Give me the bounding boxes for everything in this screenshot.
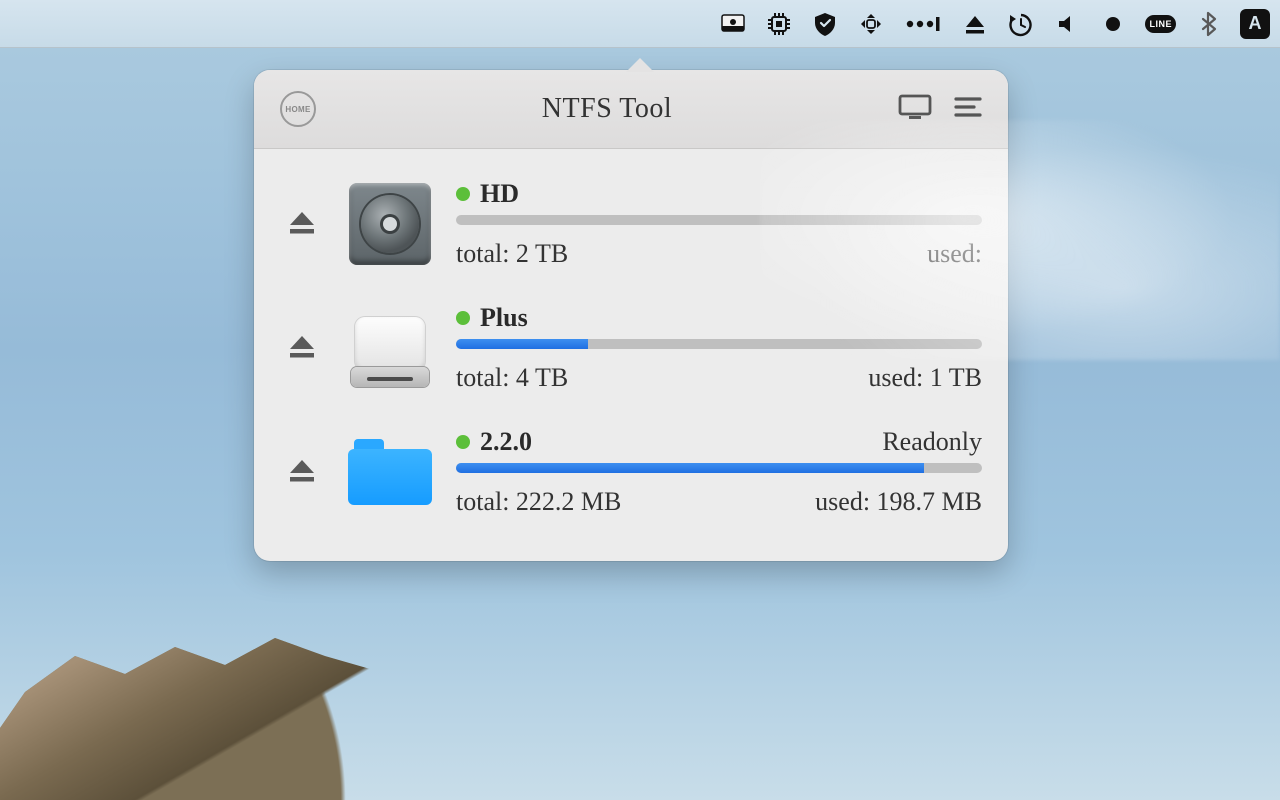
- popover-header: HOME NTFS Tool: [254, 70, 1008, 149]
- letter-a-icon[interactable]: A: [1240, 9, 1270, 39]
- chip-icon[interactable]: [765, 10, 793, 38]
- drive-name: 2.2.0: [480, 427, 532, 457]
- total-label: total: 222.2 MB: [456, 487, 621, 517]
- home-button[interactable]: HOME: [280, 91, 316, 127]
- used-label: used:: [927, 239, 982, 269]
- drive-icon[interactable]: [719, 10, 747, 38]
- total-label: total: 4 TB: [456, 363, 568, 393]
- usage-bar: [456, 339, 588, 349]
- external-drive-icon: [344, 303, 436, 393]
- drive-name: Plus: [480, 303, 528, 333]
- password-icon[interactable]: [903, 10, 943, 38]
- eject-icon[interactable]: [961, 10, 989, 38]
- usage-bar: [456, 463, 924, 473]
- eject-button[interactable]: [287, 208, 317, 241]
- app-title: NTFS Tool: [316, 93, 898, 125]
- folder-icon: [344, 427, 436, 517]
- line-badge-label: LINE: [1145, 15, 1176, 33]
- status-dot-icon: [456, 311, 470, 325]
- system-menubar: LINE A: [0, 0, 1280, 48]
- menu-icon[interactable]: [954, 95, 982, 124]
- status-dot-icon: [456, 187, 470, 201]
- drive-row[interactable]: Plus total: 4 TB used: 1 TB: [280, 285, 982, 409]
- bluetooth-icon[interactable]: [1194, 10, 1222, 38]
- drive-name: HD: [480, 179, 519, 209]
- used-label: used: 1 TB: [868, 363, 982, 393]
- readonly-label: Readonly: [882, 427, 982, 457]
- wallpaper-mountains: [0, 620, 500, 800]
- drive-row[interactable]: HD total: 2 TB used:: [280, 161, 982, 285]
- used-label: used: 198.7 MB: [815, 487, 982, 517]
- ntfs-tool-popover: HOME NTFS Tool: [254, 70, 1008, 561]
- eject-button[interactable]: [287, 456, 317, 489]
- line-app-icon[interactable]: LINE: [1145, 10, 1176, 38]
- drive-row[interactable]: 2.2.0 Readonly total: 222.2 MB used: 198…: [280, 409, 982, 533]
- volume-icon[interactable]: [1053, 10, 1081, 38]
- desktop-background: LINE A HOME NTFS Tool: [0, 0, 1280, 800]
- usage-progress: [456, 339, 982, 349]
- status-dot-icon: [456, 435, 470, 449]
- android-icon[interactable]: [857, 10, 885, 38]
- usage-progress: [456, 463, 982, 473]
- display-icon[interactable]: [898, 93, 932, 126]
- shield-icon[interactable]: [811, 10, 839, 38]
- eject-button[interactable]: [287, 332, 317, 365]
- timemachine-icon[interactable]: [1007, 10, 1035, 38]
- record-icon[interactable]: [1099, 10, 1127, 38]
- drives-list: HD total: 2 TB used:: [254, 149, 1008, 561]
- usage-progress: [456, 215, 982, 225]
- internal-hdd-icon: [344, 179, 436, 269]
- home-button-label: HOME: [285, 105, 310, 114]
- total-label: total: 2 TB: [456, 239, 568, 269]
